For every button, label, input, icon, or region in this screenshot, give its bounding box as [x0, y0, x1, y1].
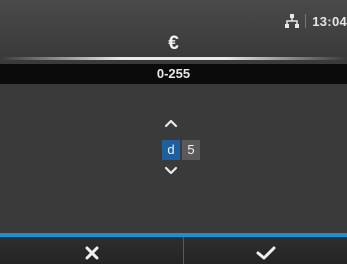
value-digit[interactable]: 5 [182, 140, 200, 160]
title-divider [0, 57, 347, 60]
value-stepper[interactable]: d 5 [162, 118, 218, 182]
network-icon [284, 13, 300, 29]
close-icon [84, 245, 100, 261]
clock: 13:04 [312, 13, 347, 29]
chevron-down-icon[interactable] [164, 166, 178, 176]
footer-bar [0, 233, 347, 264]
confirm-button[interactable] [184, 237, 347, 264]
status-separator [305, 14, 307, 28]
range-label: 0-255 [0, 64, 347, 84]
chevron-up-icon[interactable] [164, 118, 178, 128]
selected-digit[interactable]: d [162, 140, 180, 160]
screen: 13:04 € 0-255 d 5 [0, 0, 347, 264]
check-icon [256, 245, 276, 261]
page-title: € [168, 33, 179, 54]
status-bar: 13:04 [284, 10, 347, 32]
cancel-button[interactable] [0, 237, 183, 264]
header: 13:04 € [0, 0, 347, 60]
